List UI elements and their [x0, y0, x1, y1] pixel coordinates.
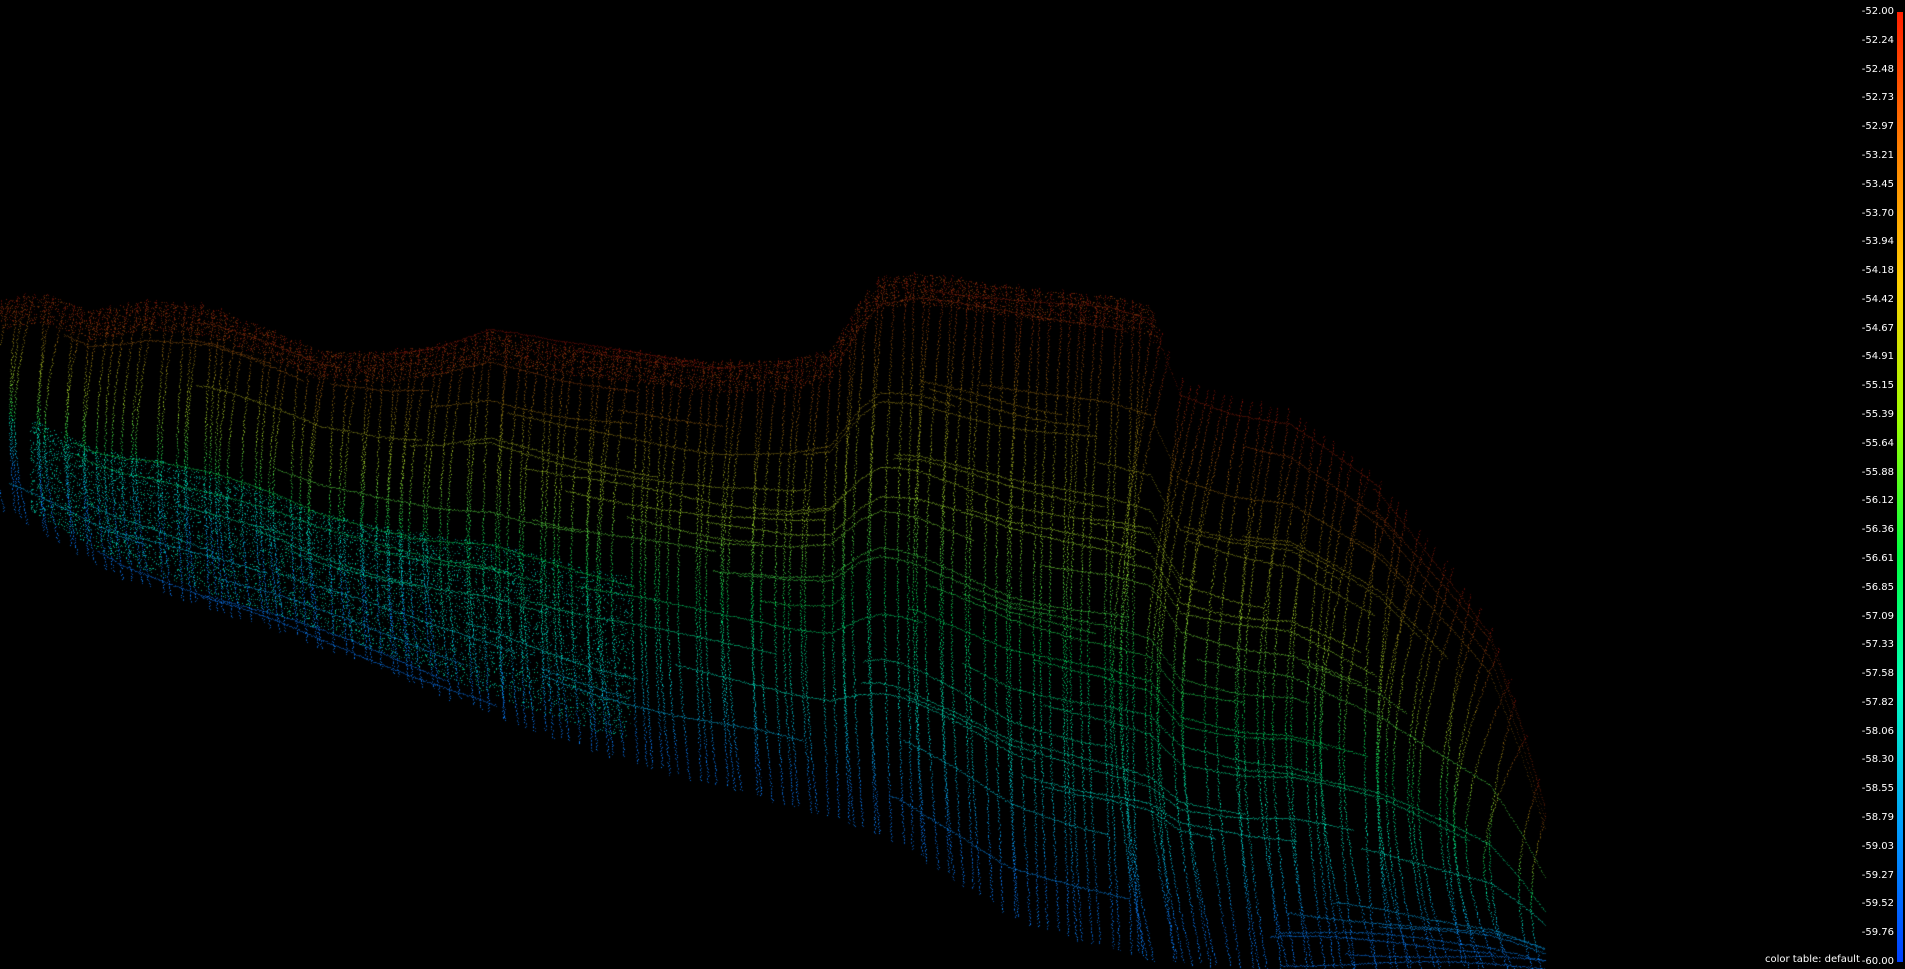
colorbar-tick-label: -56.36	[1861, 524, 1894, 536]
colorbar-tick-label: -55.39	[1861, 409, 1894, 421]
colorbar-tick-label: -57.09	[1861, 610, 1894, 622]
colorbar-tick-label: -54.18	[1861, 265, 1894, 277]
point-cloud-canvas[interactable]	[0, 0, 1905, 969]
colorbar-tick-label: -59.27	[1861, 869, 1894, 881]
colorbar-tick-label: -53.21	[1861, 149, 1894, 161]
colorbar-tick-label: -59.76	[1861, 927, 1894, 939]
colorbar-tick-label: -58.55	[1861, 783, 1894, 795]
colorbar-tick-label: -52.24	[1861, 34, 1894, 46]
color-table-label: color table: default	[1765, 954, 1860, 965]
colorbar-tick-label: -57.82	[1861, 696, 1894, 708]
colorbar-tick-label: -57.58	[1861, 668, 1894, 680]
colorbar-tick-label: -54.42	[1861, 293, 1894, 305]
colorbar-tick-label: -52.00	[1861, 6, 1894, 17]
colorbar-tick-label: -60.00	[1861, 956, 1894, 967]
colorbar-tick-label: -59.52	[1861, 898, 1894, 910]
colorbar-tick-label: -53.70	[1861, 207, 1894, 219]
colorbar-tick-label: -58.30	[1861, 754, 1894, 766]
point-cloud-viewport[interactable]	[0, 0, 1905, 969]
colorbar-tick-label: -54.67	[1861, 322, 1894, 334]
colorbar-tick-label: -56.61	[1861, 552, 1894, 564]
colorbar-tick-label: -58.06	[1861, 725, 1894, 737]
depth-colorbar	[1897, 12, 1903, 962]
colorbar-tick-label: -59.03	[1861, 840, 1894, 852]
colorbar-tick-label: -57.33	[1861, 639, 1894, 651]
colorbar-tick-label: -55.64	[1861, 437, 1894, 449]
colorbar-tick-label: -58.79	[1861, 812, 1894, 824]
colorbar-tick-label: -52.48	[1861, 63, 1894, 75]
colorbar-tick-label: -52.97	[1861, 121, 1894, 133]
colorbar-tick-labels: -52.00 -52.24 -52.48 -52.73 -52.97 -53.21 -53.…	[1840, 0, 1894, 969]
colorbar-tick-label: -56.85	[1861, 581, 1894, 593]
colorbar-tick-label: -53.45	[1861, 178, 1894, 190]
colorbar-tick-label: -54.91	[1861, 351, 1894, 363]
colorbar-tick-label: -56.12	[1861, 495, 1894, 507]
colorbar-tick-label: -55.88	[1861, 466, 1894, 478]
colorbar-tick-label: -55.15	[1861, 380, 1894, 392]
colorbar-tick-label: -53.94	[1861, 236, 1894, 248]
colorbar-tick-label: -52.73	[1861, 92, 1894, 104]
